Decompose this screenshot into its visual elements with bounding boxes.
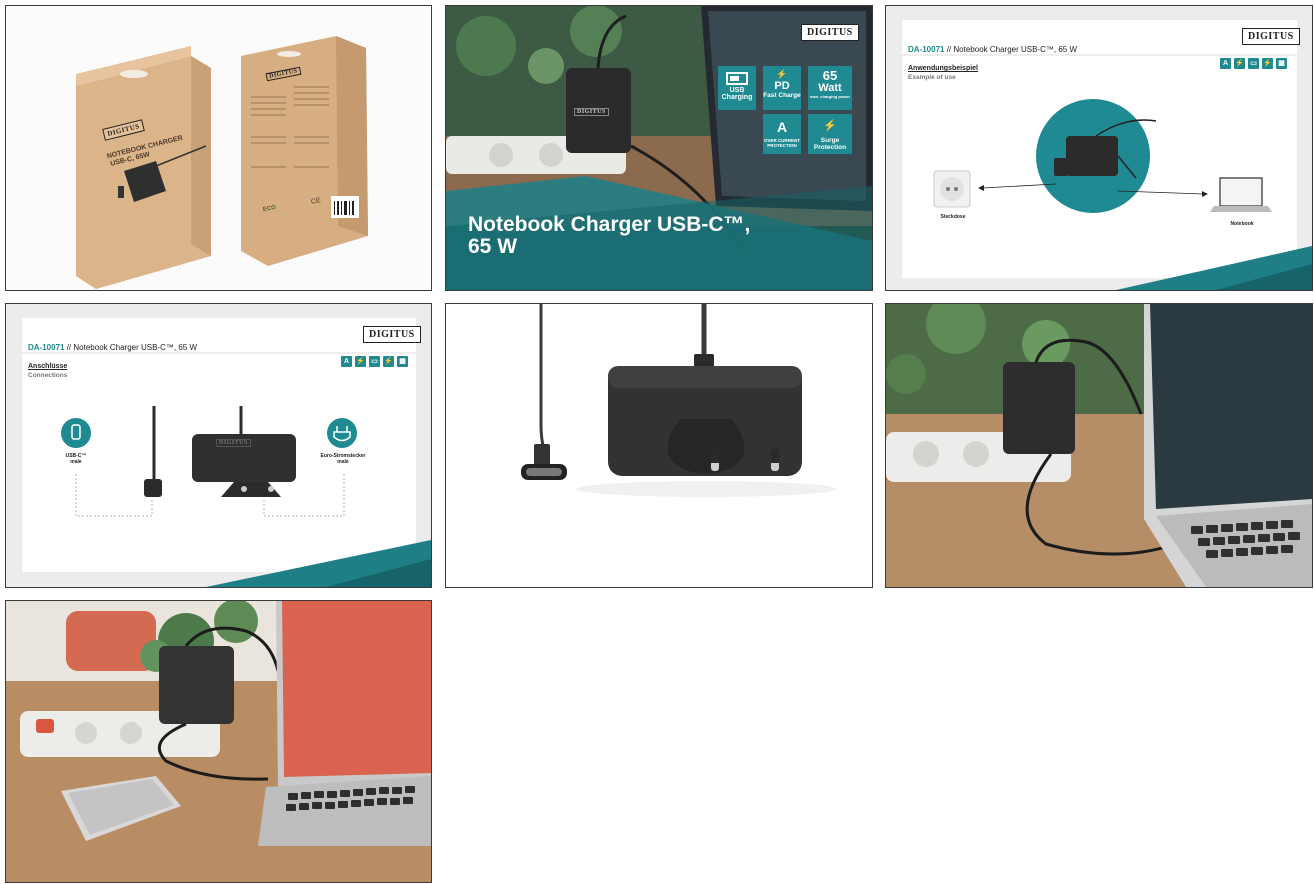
mini-badge-icon: A [341, 356, 352, 367]
slide3-brand-logo: DIGITUS [1242, 28, 1300, 45]
gallery-tile-hero[interactable]: DIGITUS DIGITUS USB Charging ⚡ PD Fast C… [445, 5, 873, 291]
current-badge-icon: A [776, 119, 788, 135]
usb-charging-badge: USB Charging [718, 66, 756, 110]
slide4-heading: Anschlüsse [28, 363, 68, 370]
usb-badge-main: USB [729, 87, 745, 94]
gallery-tile-closeup[interactable] [445, 303, 873, 588]
mini-badge-icon: ▭ [369, 356, 380, 367]
mini-badge-icon: A [1220, 58, 1231, 69]
mini-badge-icon: ⚡ [1262, 58, 1273, 69]
notebook-label: Notebook [1230, 221, 1254, 227]
usb-c-label: USB-C™ male [56, 453, 96, 465]
product-name: Notebook Charger USB-C™, 65 W [953, 45, 1077, 54]
slide3-subheading: Example of use [908, 74, 956, 81]
product-code: DA-10071 [908, 45, 945, 54]
surge-badge-sub: Surge Protection [813, 137, 847, 151]
bolt-icon: ⚡ [776, 69, 788, 79]
title-separator: // [946, 45, 952, 54]
hero-brand-logo: DIGITUS [801, 24, 859, 41]
product-name: Notebook Charger USB-C™, 65 W [73, 343, 197, 352]
slide4-title: DA-10071 // Notebook Charger USB-C™, 65 … [28, 343, 197, 352]
charger-brand-mark: DIGITUS [216, 439, 251, 447]
usb-badge-sub: Charging [721, 94, 753, 101]
euro-plug-label: Euro-Stromstecker male [312, 453, 374, 465]
slide3-title: DA-10071 // Notebook Charger USB-C™, 65 … [908, 45, 1077, 54]
mini-badge-icon: ⚡ [1234, 58, 1245, 69]
pd-badge-main: PD [774, 80, 790, 92]
hero-title-line1: Notebook Charger USB-C™, [468, 213, 751, 236]
over-current-badge: A OVER CURRENT PROTECTION [763, 114, 801, 154]
watt-badge-unit: Watt [818, 82, 842, 94]
usb-c-label-line2: male [70, 459, 82, 465]
surge-icon: ⚡ [823, 120, 837, 132]
pd-badge-sub: Fast Charge [763, 92, 801, 99]
lifestyle-laptop-photo [886, 304, 1312, 587]
socket-label: Steckdose [940, 214, 966, 220]
slide4-brand-logo: DIGITUS [363, 326, 421, 343]
mini-badge-icon: ▦ [1276, 58, 1287, 69]
gallery-tile-connections[interactable]: DIGITUS DA-10071 // Notebook Charger USB… [5, 303, 432, 588]
pd-fast-charge-badge: ⚡ PD Fast Charge [763, 66, 801, 110]
hero-title-line2: 65 W [468, 235, 518, 258]
slide4-subheading: Connections [28, 372, 68, 379]
battery-icon [726, 72, 748, 85]
product-code: DA-10071 [28, 343, 65, 352]
slide3-heading: Anwendungsbeispiel [908, 65, 979, 72]
current-badge-sub: OVER CURRENT PROTECTION [763, 138, 800, 148]
watt-badge-sub: max. charging power [809, 94, 850, 99]
gallery-tile-lifestyle-laptop[interactable] [885, 303, 1313, 588]
closeup-photo [446, 304, 872, 587]
gallery-tile-packaging[interactable]: DIGITUS NOTEBOOK CHARGER USB-C, 65W DIGI… [5, 5, 432, 291]
watt-badge-number: 65 [822, 68, 838, 83]
charger-brand-mark: DIGITUS [574, 108, 609, 116]
mini-badge-icon: ⚡ [383, 356, 394, 367]
mini-badge-icon: ▦ [397, 356, 408, 367]
surge-protection-badge: ⚡ Surge Protection [808, 114, 852, 154]
mini-badge-icon: ⚡ [355, 356, 366, 367]
mini-badge-icon: ▭ [1248, 58, 1259, 69]
title-separator: // [66, 343, 72, 352]
euro-plug-label-line2: male [337, 459, 349, 465]
packaging-photo [6, 6, 431, 290]
lifestyle-phone-photo [6, 601, 431, 882]
65-watt-badge: 65 Watt max. charging power [808, 66, 852, 110]
gallery-tile-lifestyle-phone[interactable] [5, 600, 432, 883]
gallery-tile-example-of-use[interactable]: DIGITUS DA-10071 // Notebook Charger USB… [885, 5, 1313, 291]
